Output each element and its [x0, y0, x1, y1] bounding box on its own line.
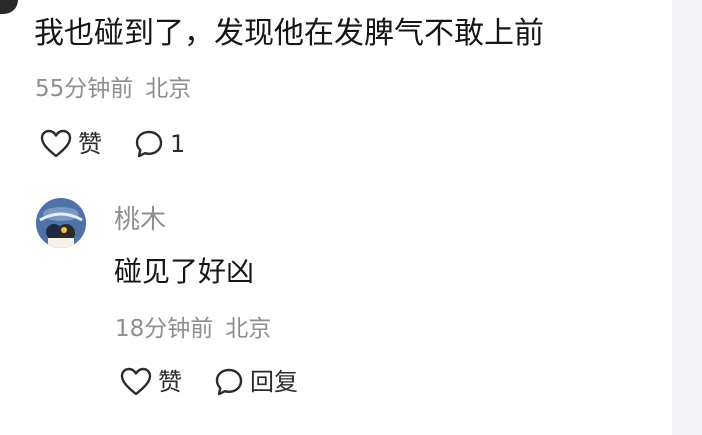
comment-time: 55分钟前	[35, 76, 134, 102]
heart-icon	[120, 367, 152, 397]
avatar[interactable]	[36, 198, 86, 248]
heart-icon	[40, 129, 72, 159]
comment-like-label: 赞	[78, 130, 102, 158]
avatar-image	[36, 198, 86, 248]
reply-like-button[interactable]: 赞	[120, 362, 182, 402]
speech-bubble-icon	[134, 129, 164, 159]
reply-reply-button[interactable]: 回复	[214, 362, 298, 402]
right-edge-panel	[672, 0, 702, 435]
reply-time: 18分钟前	[115, 316, 214, 342]
reply-reply-label: 回复	[250, 368, 298, 396]
comment-location: 北京	[145, 76, 192, 102]
reply-meta: 18分钟前 北京	[115, 312, 271, 346]
reply-like-label: 赞	[158, 368, 182, 396]
comment-meta: 55分钟前 北京	[35, 72, 191, 106]
speech-bubble-icon	[214, 367, 244, 397]
top-corner-decoration	[0, 0, 18, 14]
reply-author-name[interactable]: 桃木	[114, 202, 166, 238]
comment-reply-button[interactable]: 1	[134, 124, 185, 164]
comment-text: 我也碰到了，发现他在发脾气不敢上前	[34, 16, 544, 51]
comment-like-button[interactable]: 赞	[40, 124, 102, 164]
reply-text: 碰见了好凶	[114, 255, 255, 288]
comment-reply-count: 1	[170, 130, 186, 158]
reply-location: 北京	[225, 316, 272, 342]
